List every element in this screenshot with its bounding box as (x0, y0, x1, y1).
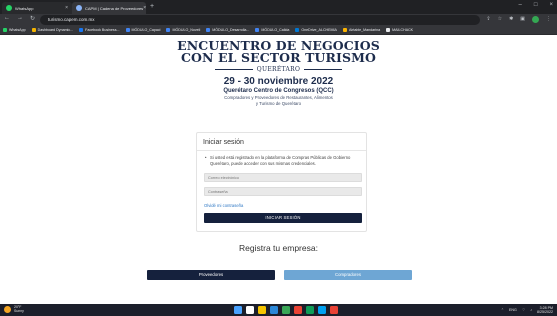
bookmark-item[interactable]: MAILCHACK (386, 28, 413, 32)
maximize-icon[interactable]: □ (534, 2, 538, 8)
close-icon[interactable]: × (143, 5, 146, 11)
event-title-line2: CON EL SECTOR TURISMO (180, 50, 376, 65)
bookmark-item[interactable]: Facebook Business... (79, 28, 120, 32)
event-venue: Querétaro Centro de Congresos (QCC) (223, 88, 334, 94)
reload-icon[interactable]: ↻ (30, 15, 35, 22)
event-dates: 29 - 30 noviembre 2022 (223, 76, 334, 87)
star-icon[interactable]: ☆ (498, 16, 502, 23)
register-heading: Registra tu empresa: (239, 243, 318, 253)
forgot-password-link[interactable]: Olvidé mi contraseña (204, 203, 243, 208)
tab-whatsapp[interactable]: WhatsApp × (2, 2, 72, 14)
onedrive-icon (295, 28, 300, 32)
sidebar-icon[interactable]: ▣ (520, 16, 525, 23)
bookmark-item[interactable]: MÓDULO_Capaci (125, 28, 160, 32)
login-button[interactable]: INICIAR SESIÓN (204, 213, 362, 223)
email-field[interactable] (204, 173, 362, 182)
bookmarks-bar: WhatsApp Dashboard Dynamic... Facebook B… (0, 26, 557, 35)
start-icon[interactable] (234, 306, 242, 314)
chrome-icon[interactable] (294, 306, 302, 314)
url-text: turismo.capem.com.mx (48, 17, 95, 22)
extensions-icon[interactable]: ✱ (509, 16, 513, 23)
bookmark-icon (31, 28, 36, 32)
browser-tab-bar: WhatsApp × CAPM | Cadena de Proveedores … (0, 0, 557, 14)
chevron-up-icon[interactable]: ⌃ (501, 308, 504, 312)
bookmark-icon (166, 28, 171, 32)
login-title: Iniciar sesión (203, 139, 244, 146)
bookmark-item[interactable]: MÓDULO_Desarrolla... (206, 28, 249, 32)
airtable-icon (342, 28, 347, 32)
app-icon[interactable] (282, 306, 290, 314)
taskbar: 20°F Sunny ⌃ ENG ⌔ ♪ 3:28 PM 8/25/2022 (0, 304, 557, 316)
app-icon[interactable] (318, 306, 326, 314)
address-bar[interactable]: turismo.capem.com.mx (40, 15, 480, 25)
back-icon[interactable]: ← (4, 15, 10, 22)
bookmark-item[interactable]: OneDrive_ALCHEMIA (295, 28, 337, 32)
profile-avatar[interactable] (532, 16, 539, 23)
divider (214, 68, 253, 71)
providers-button[interactable]: Proveedores (147, 270, 275, 280)
tab-title: WhatsApp (15, 5, 34, 11)
app-icon[interactable] (330, 306, 338, 314)
bookmark-item[interactable]: WhatsApp (3, 28, 26, 32)
password-field[interactable] (204, 187, 362, 196)
event-subtitle: Compradores y Proveedores de Restaurante… (224, 95, 333, 106)
share-icon[interactable]: ⇪ (486, 16, 490, 23)
bookmark-item[interactable]: MÓDULO_Calida (255, 28, 289, 32)
bullet-icon: • (205, 155, 207, 160)
site-icon (76, 5, 82, 11)
event-header: ENCUENTRO DE NEGOCIOS CON EL SECTOR TURI… (170, 39, 387, 106)
minimize-icon[interactable]: – (519, 2, 522, 8)
bookmark-icon (79, 28, 84, 32)
new-tab-icon[interactable]: + (150, 3, 154, 10)
forward-icon[interactable]: → (17, 15, 23, 22)
bookmark-item[interactable]: MÓDULO_Noveli (166, 28, 200, 32)
buyers-button[interactable]: Compradores (284, 270, 412, 280)
divider (304, 68, 343, 71)
taskbar-apps (234, 306, 338, 314)
city-row: QUERÉTARO (170, 66, 387, 73)
bookmark-item[interactable]: Airtable_Mandarina (342, 28, 380, 32)
browser-toolbar: ← → ↻ turismo.capem.com.mx ⇪ ☆ ✱ ▣ ⋮ (0, 14, 557, 26)
login-notice: • Si usted está registrado en la platafo… (205, 155, 351, 166)
menu-icon[interactable]: ⋮ (546, 16, 551, 23)
bookmark-icon (3, 28, 7, 32)
close-window-icon[interactable]: × (549, 2, 553, 8)
window-controls: – □ × (519, 2, 553, 8)
tab-title: CAPM | Cadena de Proveedores (85, 5, 144, 11)
system-tray: ⌃ ENG ⌔ ♪ 3:28 PM 8/25/2022 (501, 306, 553, 314)
bookmark-icon (206, 28, 211, 32)
bookmark-icon (255, 28, 260, 32)
toolbar-icons: ⇪ ☆ ✱ ▣ ⋮ (486, 16, 551, 23)
event-city: QUERÉTARO (256, 66, 301, 73)
sun-icon (4, 305, 11, 313)
nav-buttons: ← → ↻ (4, 15, 35, 22)
volume-icon[interactable]: ♪ (530, 308, 532, 312)
close-icon[interactable]: × (65, 5, 68, 11)
language-indicator[interactable]: ENG (509, 308, 517, 312)
bookmark-item[interactable]: Dashboard Dynamic... (31, 28, 73, 32)
bookmark-icon (125, 28, 130, 32)
mail-icon (386, 28, 391, 32)
search-icon[interactable] (246, 306, 254, 314)
file-explorer-icon[interactable] (258, 306, 266, 314)
weather-widget[interactable]: 20°F Sunny (4, 305, 24, 313)
weather-desc: Sunny (14, 309, 24, 313)
store-icon[interactable] (270, 306, 278, 314)
wifi-icon[interactable]: ⌔ (522, 308, 525, 313)
divider (197, 150, 366, 151)
login-card: Iniciar sesión • Si usted está registrad… (196, 132, 367, 232)
app-icon[interactable] (306, 306, 314, 314)
clock[interactable]: 3:28 PM 8/25/2022 (537, 306, 553, 314)
whatsapp-icon (6, 5, 12, 11)
tab-capm[interactable]: CAPM | Cadena de Proveedores × (72, 2, 146, 14)
